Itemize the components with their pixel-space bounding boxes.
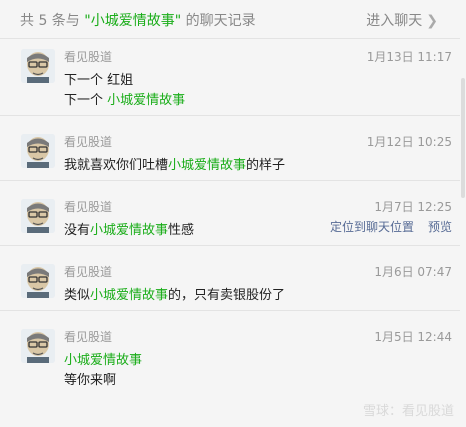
text-segment: 的样子: [246, 158, 286, 173]
message-text: 没有小城爱情故事性感: [64, 219, 194, 238]
avatar: [21, 49, 55, 83]
message-text: 类似小城爱情故事的，只有卖银股份了: [64, 284, 285, 303]
locate-in-chat-link[interactable]: 定位到聊天位置: [330, 220, 414, 234]
message-divider: [0, 245, 466, 246]
message-divider: [0, 115, 466, 116]
summary-prefix: 共 5 条与: [20, 13, 85, 29]
text-segment: 类似: [64, 288, 91, 303]
avatar: [21, 264, 55, 298]
message-divider: [0, 310, 466, 311]
avatar: [21, 199, 55, 233]
message-item[interactable]: 看见股道 1月12日 10:25 我就喜欢你们吐槽小城爱情故事的样子: [0, 130, 460, 196]
scrollbar-thumb[interactable]: [461, 78, 465, 198]
message-item[interactable]: 看见股道 1月7日 12:25 没有小城爱情故事性感 定位到聊天位置 预览: [0, 195, 460, 261]
keyword-highlight: 小城爱情故事: [90, 223, 169, 238]
avatar: [21, 134, 55, 168]
text-segment: 没有: [64, 223, 91, 238]
text-segment: 我就喜欢你们吐槽: [64, 158, 169, 173]
watermark-text: 雪球：看见股道: [362, 404, 454, 419]
message-item[interactable]: 看见股道 1月5日 12:44 小城爱情故事 等你来啊: [0, 325, 460, 391]
message-time: 1月7日 12:25: [374, 200, 452, 214]
avatar-cartoon-icon: [21, 264, 55, 298]
text-segment: 的，只有卖银股份了: [168, 288, 286, 303]
result-summary: 共 5 条与 "小城爱情故事" 的聊天记录: [20, 10, 256, 30]
sender-name: 看见股道: [64, 265, 113, 279]
avatar: [21, 329, 55, 363]
message-time: 1月5日 12:44: [374, 330, 452, 344]
message-time: 1月13日 11:17: [366, 50, 452, 64]
message-divider: [0, 180, 466, 181]
summary-suffix: 的聊天记录: [181, 13, 256, 29]
message-time: 1月6日 07:47: [374, 265, 452, 279]
message-actions: 定位到聊天位置 预览: [330, 218, 452, 235]
keyword-highlight: 小城爱情故事: [90, 288, 169, 303]
sender-name: 看见股道: [64, 330, 113, 344]
header-divider: [0, 38, 466, 39]
message-text: 我就喜欢你们吐槽小城爱情故事的样子: [64, 154, 285, 173]
avatar-cartoon-icon: [21, 134, 55, 168]
message-text: 下一个 红姐: [64, 69, 133, 88]
summary-keyword: "小城爱情故事": [84, 13, 182, 29]
chevron-right-icon: ❯: [426, 13, 438, 29]
message-item[interactable]: 看见股道 1月13日 11:17 下一个 红姐 下一个 小城爱情故事: [0, 45, 460, 111]
avatar-cartoon-icon: [21, 199, 55, 233]
avatar-cartoon-icon: [21, 329, 55, 363]
sender-name: 看见股道: [64, 200, 113, 214]
sender-name: 看见股道: [64, 135, 113, 149]
keyword-highlight: 小城爱情故事: [168, 158, 247, 173]
enter-chat-button[interactable]: 进入聊天 ❯: [366, 10, 438, 30]
message-text: 等你来啊: [64, 369, 116, 388]
avatar-cartoon-icon: [21, 49, 55, 83]
text-segment: 下一个 红姐: [64, 73, 134, 88]
text-segment: 下一个: [64, 93, 108, 108]
sender-name: 看见股道: [64, 50, 113, 64]
enter-chat-label: 进入聊天: [366, 13, 423, 29]
message-item[interactable]: 看见股道 1月6日 07:47 类似小城爱情故事的，只有卖银股份了: [0, 260, 460, 326]
scrollbar-track[interactable]: [460, 38, 466, 427]
message-time: 1月12日 10:25: [366, 135, 452, 149]
text-segment: 等你来啊: [64, 373, 117, 388]
message-text: 小城爱情故事: [64, 349, 142, 368]
text-segment: 性感: [168, 223, 195, 238]
keyword-highlight: 小城爱情故事: [64, 353, 143, 368]
preview-link[interactable]: 预览: [428, 220, 452, 234]
keyword-highlight: 小城爱情故事: [107, 93, 186, 108]
message-text: 下一个 小城爱情故事: [64, 89, 185, 108]
search-results-header: 共 5 条与 "小城爱情故事" 的聊天记录 进入聊天 ❯: [0, 0, 466, 38]
